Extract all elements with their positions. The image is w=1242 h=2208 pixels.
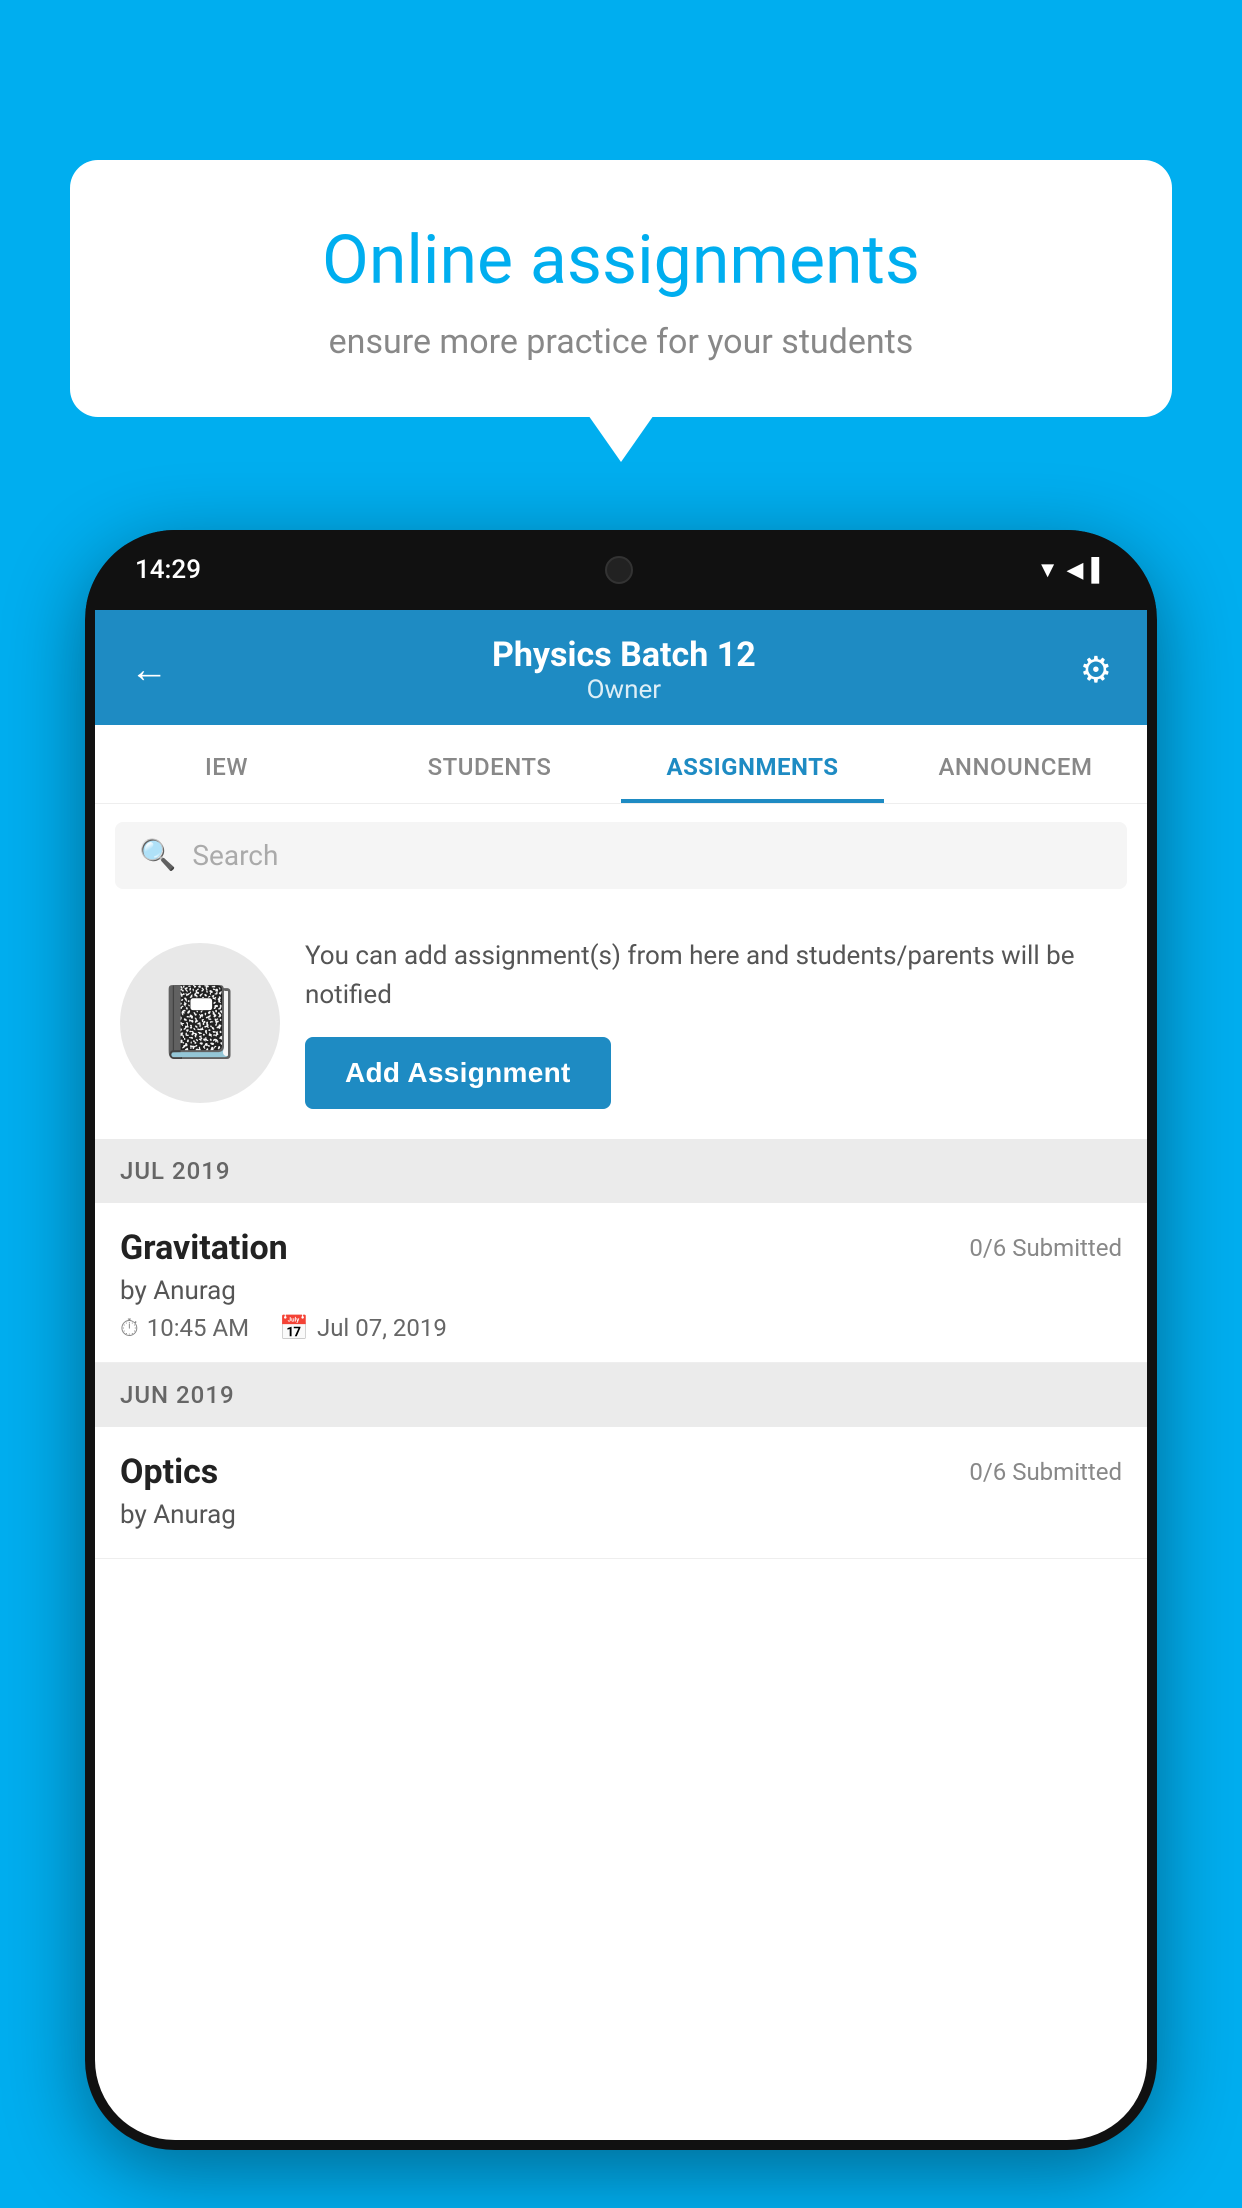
settings-button[interactable]: ⚙ [1080,649,1112,691]
section-label-jul: JUL 2019 [120,1157,231,1185]
calendar-icon: 📅 [279,1314,309,1342]
list-item[interactable]: Gravitation 0/6 Submitted by Anurag ⏱ 10… [95,1203,1147,1363]
page-subtitle: Owner [168,675,1080,705]
assignment-top-row: Gravitation 0/6 Submitted [120,1228,1122,1268]
bubble-title: Online assignments [140,220,1102,302]
battery-icon: ▌ [1091,557,1107,583]
tab-assignments[interactable]: ASSIGNMENTS [621,725,884,803]
assignment-name-optics: Optics [120,1452,218,1492]
bubble-subtitle: ensure more practice for your students [140,322,1102,362]
section-header-jun: JUN 2019 [95,1363,1147,1427]
info-box: 📓 You can add assignment(s) from here an… [95,907,1147,1139]
assignment-author-optics: by Anurag [120,1500,1122,1530]
list-item[interactable]: Optics 0/6 Submitted by Anurag [95,1427,1147,1559]
front-camera [605,556,633,584]
signal-icon: ◀ [1066,558,1083,583]
tab-students[interactable]: STUDENTS [358,725,621,803]
phone-screen: ← Physics Batch 12 Owner ⚙ IEW STUDENTS … [95,610,1147,2140]
assignment-top-row-optics: Optics 0/6 Submitted [120,1452,1122,1492]
info-right: You can add assignment(s) from here and … [305,937,1122,1109]
tab-iew[interactable]: IEW [95,725,358,803]
status-icons: ▼ ◀ ▌ [1037,557,1107,583]
status-bar: 14:29 ▼ ◀ ▌ [85,530,1157,610]
speech-bubble: Online assignments ensure more practice … [70,160,1172,417]
assignment-time: ⏱ 10:45 AM [120,1314,249,1342]
assignment-name: Gravitation [120,1228,288,1268]
tab-announcements[interactable]: ANNOUNCEM [884,725,1147,803]
info-description: You can add assignment(s) from here and … [305,937,1122,1015]
tabs-bar: IEW STUDENTS ASSIGNMENTS ANNOUNCEM [95,725,1147,804]
back-button[interactable]: ← [130,648,168,692]
add-assignment-button[interactable]: Add Assignment [305,1037,611,1109]
status-time: 14:29 [135,555,201,585]
assignment-submitted-count: 0/6 Submitted [969,1234,1122,1262]
search-placeholder: Search [192,839,278,872]
notebook-icon: 📓 [156,982,243,1064]
phone-frame: 14:29 ▼ ◀ ▌ ← Physics Batch 12 Owner ⚙ I… [85,530,1157,2150]
section-label-jun: JUN 2019 [120,1381,235,1409]
assignment-submitted-optics: 0/6 Submitted [969,1458,1122,1486]
header-center: Physics Batch 12 Owner [168,635,1080,705]
clock-icon: ⏱ [120,1314,139,1342]
assignment-date: 📅 Jul 07, 2019 [279,1314,447,1342]
search-bar[interactable]: 🔍 Search [115,822,1127,889]
section-header-jul: JUL 2019 [95,1139,1147,1203]
speech-bubble-section: Online assignments ensure more practice … [70,160,1172,417]
wifi-icon: ▼ [1037,557,1059,583]
date-value: Jul 07, 2019 [317,1314,447,1342]
time-value: 10:45 AM [147,1314,249,1342]
assignment-author: by Anurag [120,1276,1122,1306]
page-title: Physics Batch 12 [168,635,1080,675]
search-bar-wrapper: 🔍 Search [95,804,1147,907]
search-icon: 🔍 [139,838,176,873]
app-header: ← Physics Batch 12 Owner ⚙ [95,610,1147,725]
assignment-icon-circle: 📓 [120,943,280,1103]
assignment-meta: ⏱ 10:45 AM 📅 Jul 07, 2019 [120,1314,1122,1342]
